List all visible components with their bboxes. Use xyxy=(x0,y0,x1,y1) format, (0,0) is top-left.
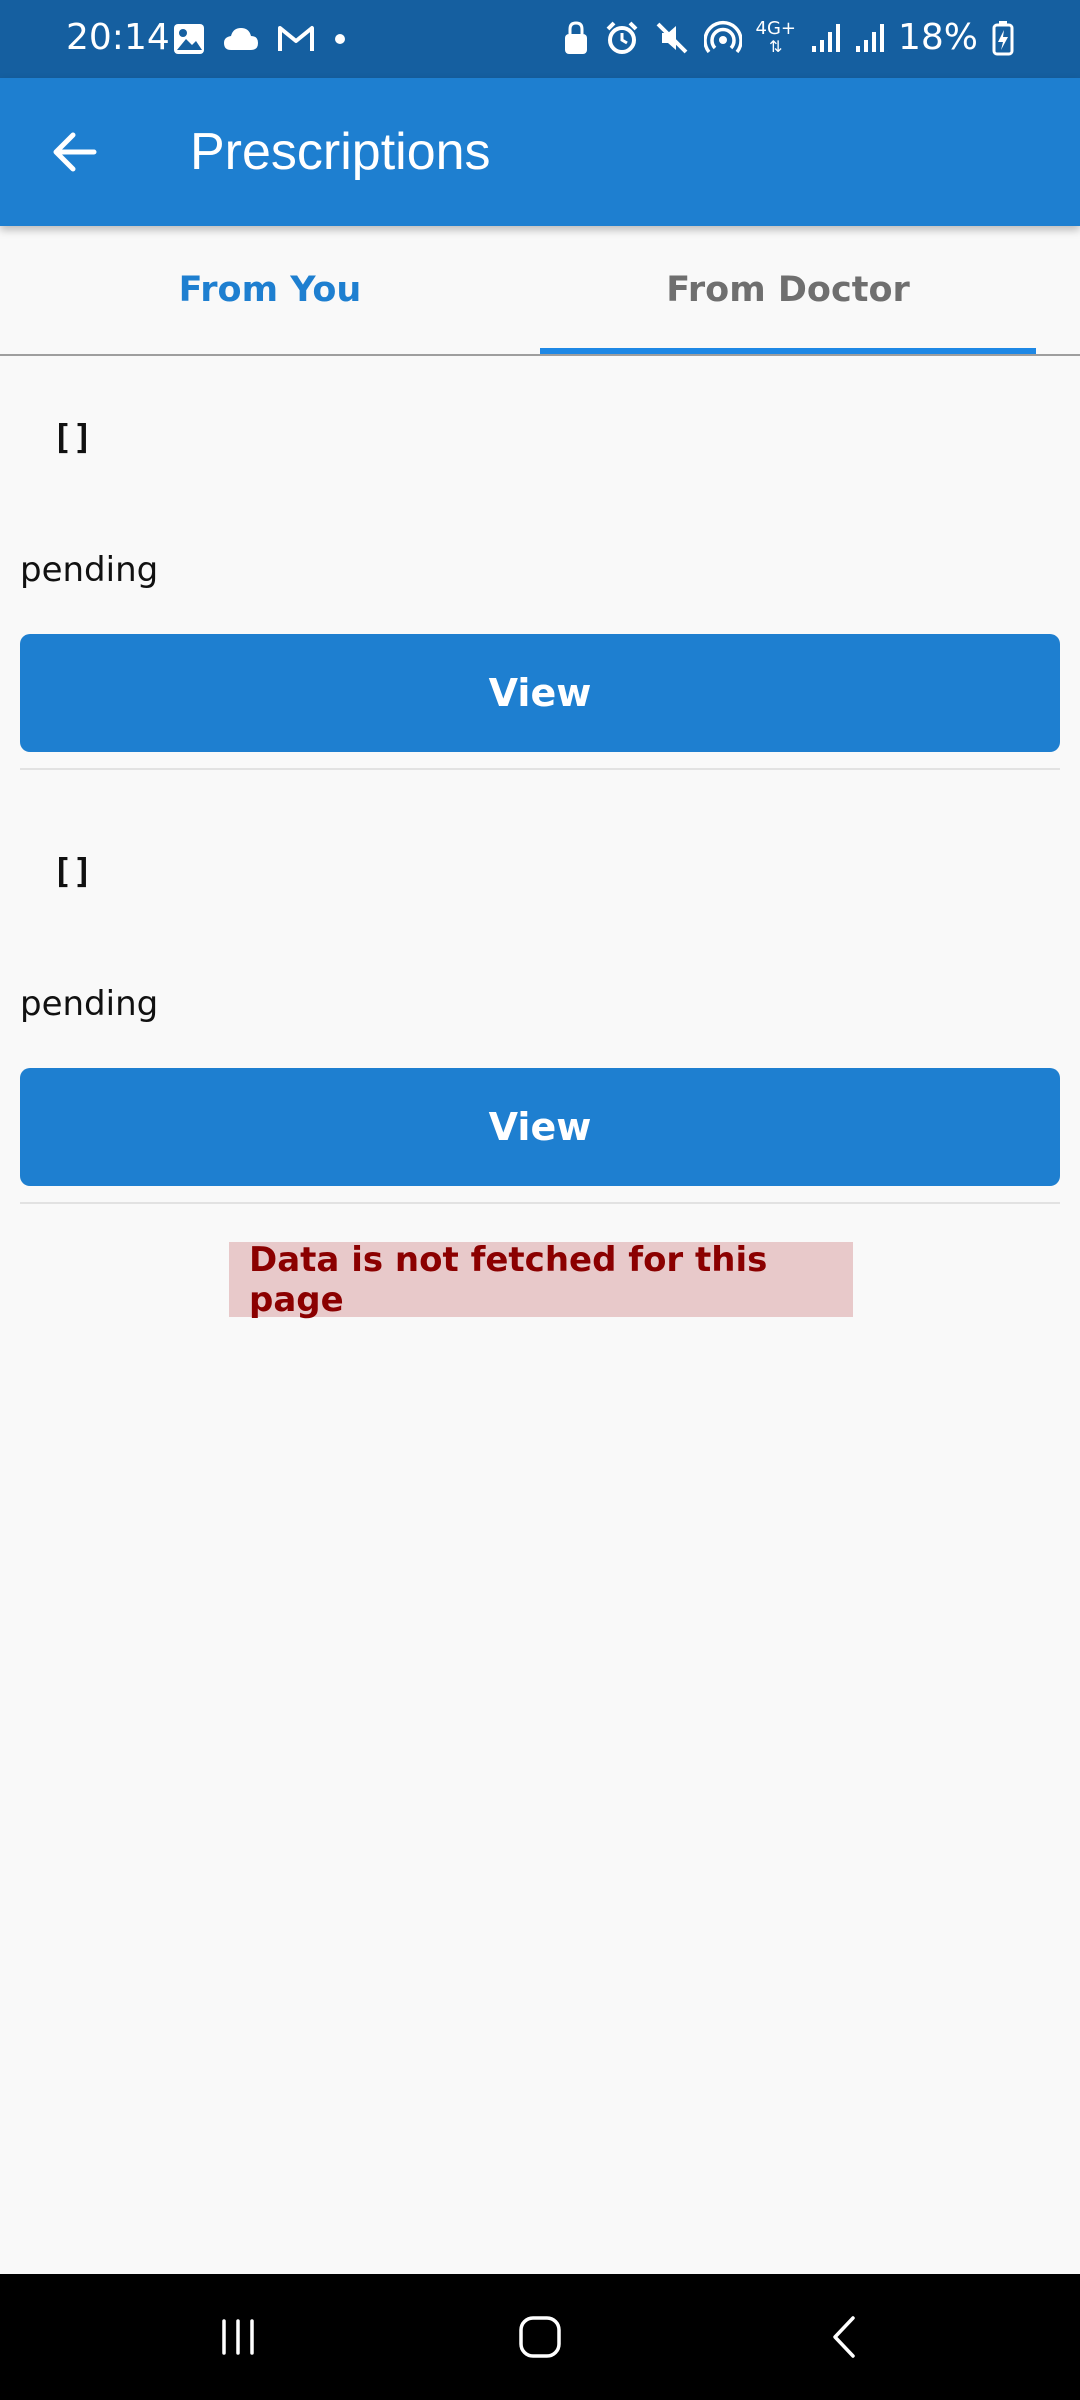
home-button[interactable] xyxy=(490,2302,590,2372)
nav-back-button[interactable] xyxy=(794,2302,894,2372)
recents-button[interactable] xyxy=(188,2302,288,2372)
gmail-icon xyxy=(276,23,316,55)
battery-charging-icon xyxy=(992,20,1014,56)
cloud-icon xyxy=(222,24,260,54)
signal-icon xyxy=(810,22,840,54)
recents-icon xyxy=(216,2317,260,2357)
status-time: 20:14 xyxy=(66,17,170,58)
tab-from-doctor[interactable]: From Doctor xyxy=(540,226,1036,354)
lock-icon xyxy=(562,20,590,56)
prescription-status: pending xyxy=(20,984,159,1024)
app-bar: Prescriptions xyxy=(0,78,1080,226)
system-nav-bar xyxy=(0,2274,1080,2400)
prescription-items: [] xyxy=(52,418,93,458)
view-button[interactable]: View xyxy=(20,634,1060,752)
prescription-items: [] xyxy=(52,852,93,892)
signal-icon xyxy=(854,22,884,54)
prescription-status: pending xyxy=(20,550,159,590)
dot-icon xyxy=(332,31,348,47)
arrow-left-icon xyxy=(51,131,97,173)
mute-icon xyxy=(654,20,690,56)
divider xyxy=(20,1202,1060,1204)
4g-icon: 4G+ ⇅ xyxy=(755,18,796,56)
gallery-icon xyxy=(172,22,206,56)
battery-percent: 18% xyxy=(897,17,978,58)
view-button[interactable]: View xyxy=(20,1068,1060,1186)
divider xyxy=(20,768,1060,770)
status-bar: 20:14 4G+ ⇅ 18% xyxy=(0,0,1080,78)
status-left-icons xyxy=(172,18,348,60)
tab-bar: From You From Doctor xyxy=(0,226,1080,356)
alarm-icon xyxy=(604,20,640,56)
back-icon xyxy=(829,2314,859,2360)
tab-indicator xyxy=(540,348,1036,354)
network-label: 4G+ xyxy=(755,18,796,39)
tab-from-you[interactable]: From You xyxy=(0,226,540,354)
home-icon xyxy=(517,2314,563,2360)
page-title: Prescriptions xyxy=(190,123,491,181)
status-right-icons: 4G+ ⇅ 18% xyxy=(562,14,1015,62)
error-banner: Data is not fetched for this page xyxy=(229,1240,853,1320)
back-button[interactable] xyxy=(44,122,104,182)
hotspot-icon xyxy=(703,20,742,56)
